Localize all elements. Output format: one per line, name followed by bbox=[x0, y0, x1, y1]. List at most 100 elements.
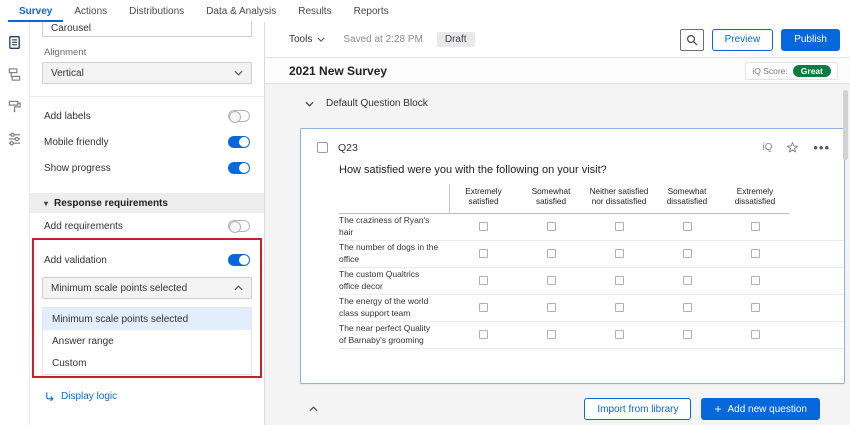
matrix-cell bbox=[721, 249, 789, 258]
matrix-row-label: The craziness of Ryan's hair bbox=[339, 215, 449, 237]
matrix-checkbox[interactable] bbox=[683, 276, 692, 285]
question-iq-label[interactable]: iQ bbox=[762, 142, 772, 153]
validation-option[interactable]: Minimum scale points selected bbox=[43, 308, 251, 330]
matrix-checkbox[interactable] bbox=[751, 303, 760, 312]
star-icon[interactable] bbox=[786, 141, 799, 154]
display-logic-link[interactable]: Display logic bbox=[44, 391, 250, 402]
matrix-row: The craziness of Ryan's hair bbox=[339, 214, 844, 241]
matrix-checkbox[interactable] bbox=[751, 222, 760, 231]
matrix-checkbox[interactable] bbox=[615, 330, 624, 339]
matrix-row: The near perfect Quality of Barnaby's gr… bbox=[339, 322, 844, 349]
matrix-checkbox[interactable] bbox=[547, 276, 556, 285]
add-new-question-button[interactable]: + Add new question bbox=[701, 398, 820, 420]
matrix-row: The number of dogs in the office bbox=[339, 241, 844, 268]
content-scrollbar[interactable] bbox=[843, 90, 848, 418]
add-requirements-label: Add requirements bbox=[44, 221, 123, 232]
matrix-checkbox[interactable] bbox=[547, 249, 556, 258]
divider bbox=[30, 96, 264, 97]
alignment-select[interactable]: Vertical bbox=[42, 62, 252, 84]
matrix-checkbox[interactable] bbox=[479, 303, 488, 312]
carousel-select-value: Carousel bbox=[51, 23, 91, 34]
carousel-select[interactable]: Carousel bbox=[42, 22, 252, 37]
question-select-checkbox[interactable] bbox=[317, 142, 328, 153]
matrix-checkbox[interactable] bbox=[479, 249, 488, 258]
nav-tab-actions[interactable]: Actions bbox=[63, 0, 118, 22]
matrix-cell bbox=[721, 303, 789, 312]
response-requirements-title: Response requirements bbox=[54, 198, 168, 209]
publish-button[interactable]: Publish bbox=[781, 29, 840, 51]
matrix-checkbox[interactable] bbox=[751, 330, 760, 339]
import-from-library-button[interactable]: Import from library bbox=[584, 398, 691, 420]
question-card[interactable]: Q23 iQ ••• How satisfied were you with t… bbox=[300, 128, 845, 384]
preview-button[interactable]: Preview bbox=[712, 29, 774, 51]
matrix-checkbox[interactable] bbox=[751, 249, 760, 258]
matrix-checkbox[interactable] bbox=[615, 249, 624, 258]
survey-options-icon[interactable] bbox=[7, 130, 23, 146]
matrix-cell bbox=[449, 303, 517, 312]
matrix-checkbox[interactable] bbox=[479, 330, 488, 339]
matrix-checkbox[interactable] bbox=[615, 276, 624, 285]
nav-tab-survey[interactable]: Survey bbox=[8, 0, 63, 22]
matrix-checkbox[interactable] bbox=[683, 330, 692, 339]
matrix-checkbox[interactable] bbox=[479, 222, 488, 231]
question-menu-icon[interactable]: ••• bbox=[813, 144, 830, 152]
matrix-checkbox[interactable] bbox=[547, 330, 556, 339]
survey-flow-icon[interactable] bbox=[7, 66, 23, 82]
top-navigation: Survey Actions Distributions Data & Anal… bbox=[0, 0, 850, 22]
add-validation-toggle[interactable] bbox=[228, 254, 250, 266]
scrollbar-thumb[interactable] bbox=[843, 90, 848, 160]
nav-tab-reports[interactable]: Reports bbox=[343, 0, 400, 22]
add-new-question-label: Add new question bbox=[727, 404, 807, 415]
add-requirements-toggle[interactable] bbox=[228, 220, 250, 232]
nav-tab-results[interactable]: Results bbox=[287, 0, 342, 22]
autosave-status: Saved at 2:28 PM bbox=[343, 34, 423, 45]
collapse-up-icon[interactable] bbox=[309, 406, 318, 412]
validation-option[interactable]: Custom bbox=[43, 352, 251, 374]
block-footer-buttons: Import from library + Add new question bbox=[584, 398, 820, 420]
mobile-friendly-toggle[interactable] bbox=[228, 136, 250, 148]
nav-tab-distributions[interactable]: Distributions bbox=[118, 0, 195, 22]
question-text[interactable]: How satisfied were you with the followin… bbox=[339, 164, 844, 176]
alignment-label: Alignment bbox=[44, 47, 250, 58]
matrix-checkbox[interactable] bbox=[683, 222, 692, 231]
tools-menu-label: Tools bbox=[289, 34, 312, 45]
builder-icon[interactable] bbox=[7, 34, 23, 50]
chevron-down-icon bbox=[317, 37, 325, 42]
matrix-checkbox[interactable] bbox=[751, 276, 760, 285]
matrix-cell bbox=[517, 222, 585, 231]
matrix-checkbox[interactable] bbox=[683, 249, 692, 258]
look-and-feel-icon[interactable] bbox=[7, 98, 23, 114]
matrix-table: Extremely satisfied Somewhat satisfied N… bbox=[339, 184, 844, 349]
validation-option[interactable]: Answer range bbox=[43, 330, 251, 352]
validation-type-select[interactable]: Minimum scale points selected bbox=[42, 277, 252, 299]
search-button[interactable] bbox=[680, 29, 704, 51]
question-block-header[interactable]: Default Question Block bbox=[265, 84, 850, 109]
matrix-checkbox[interactable] bbox=[547, 222, 556, 231]
tools-menu-button[interactable]: Tools bbox=[289, 34, 325, 45]
matrix-row: The custom Qualtrics office decor bbox=[339, 268, 844, 295]
matrix-checkbox[interactable] bbox=[683, 303, 692, 312]
add-labels-toggle[interactable] bbox=[228, 110, 250, 122]
matrix-cell bbox=[653, 249, 721, 258]
plus-icon: + bbox=[714, 403, 721, 415]
nav-tab-data-analysis[interactable]: Data & Analysis bbox=[195, 0, 287, 22]
validation-options-list: Minimum scale points selected Answer ran… bbox=[42, 307, 252, 375]
matrix-checkbox[interactable] bbox=[547, 303, 556, 312]
matrix-checkbox[interactable] bbox=[615, 303, 624, 312]
matrix-checkbox[interactable] bbox=[615, 222, 624, 231]
matrix-corner-cell bbox=[339, 184, 449, 214]
matrix-cell bbox=[653, 303, 721, 312]
matrix-checkbox[interactable] bbox=[479, 276, 488, 285]
survey-title[interactable]: 2021 New Survey bbox=[289, 64, 387, 78]
response-requirements-header[interactable]: ▾ Response requirements bbox=[30, 193, 264, 213]
show-progress-label: Show progress bbox=[44, 163, 111, 174]
editor-toolbar: Tools Saved at 2:28 PM Draft Preview Pub… bbox=[265, 22, 850, 58]
matrix-cell bbox=[585, 303, 653, 312]
matrix-cell bbox=[517, 330, 585, 339]
show-progress-toggle[interactable] bbox=[228, 162, 250, 174]
iq-score-box[interactable]: iQ Score: Great bbox=[745, 62, 838, 80]
matrix-row-label: The energy of the world class support te… bbox=[339, 296, 449, 318]
matrix-cell bbox=[653, 222, 721, 231]
matrix-row-label: The number of dogs in the office bbox=[339, 242, 449, 264]
add-validation-row: Add validation bbox=[30, 247, 264, 273]
